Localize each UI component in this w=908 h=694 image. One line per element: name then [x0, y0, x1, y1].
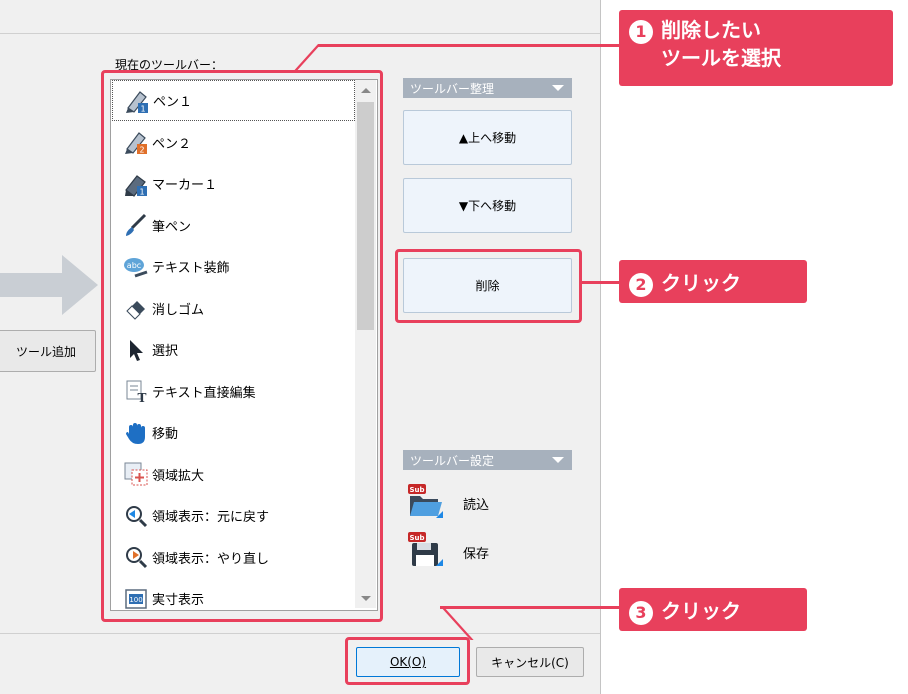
callout2-line	[582, 281, 622, 284]
step2-number-icon: 2	[629, 272, 653, 297]
organize-header-label: ツールバー整理	[410, 81, 495, 96]
step3-number-icon: 3	[629, 600, 653, 625]
collapse-icon	[552, 457, 564, 463]
highlight-delete-button	[395, 249, 582, 323]
bottom-divider	[0, 633, 600, 634]
callout1-line	[318, 44, 620, 47]
callout-step1-text1: 削除したい	[661, 18, 761, 42]
sub-badge-save: Sub	[409, 534, 424, 542]
save-disk-icon[interactable]: Sub	[406, 530, 444, 568]
callout-step2-text: クリック	[661, 271, 741, 295]
callout-step1-text2: ツールを選択	[661, 46, 781, 70]
settings-header[interactable]: ツールバー設定	[403, 450, 572, 470]
step1-number-icon: 1	[629, 19, 653, 44]
callout3-line	[440, 606, 620, 609]
add-tool-button[interactable]: ツール追加	[0, 330, 96, 372]
sub-badge-load: Sub	[409, 486, 424, 494]
settings-header-label: ツールバー設定	[410, 453, 495, 468]
callout-step3-text: クリック	[661, 599, 741, 623]
callout-step1-line1: 1 削除したい	[629, 16, 893, 44]
highlight-toolbar-list	[101, 70, 383, 622]
cancel-button-label: キャンセル(C)	[491, 655, 569, 670]
move-up-button[interactable]: ▲上へ移動	[403, 110, 572, 165]
load-label[interactable]: 読込	[463, 494, 489, 513]
highlight-ok-button	[345, 637, 470, 685]
top-divider	[0, 33, 600, 34]
add-arrow-icon	[0, 255, 98, 315]
move-down-button[interactable]: ▼下へ移動	[403, 178, 572, 233]
folder-open-icon[interactable]: Sub	[406, 482, 444, 520]
collapse-icon	[552, 85, 564, 91]
callout-step2: 2 クリック	[619, 260, 807, 303]
cancel-button[interactable]: キャンセル(C)	[476, 647, 584, 677]
save-label[interactable]: 保存	[463, 543, 489, 562]
callout-step3: 3 クリック	[619, 588, 807, 631]
organize-header[interactable]: ツールバー整理	[403, 78, 572, 98]
callout-step1: 1 削除したい ツールを選択	[619, 10, 893, 86]
